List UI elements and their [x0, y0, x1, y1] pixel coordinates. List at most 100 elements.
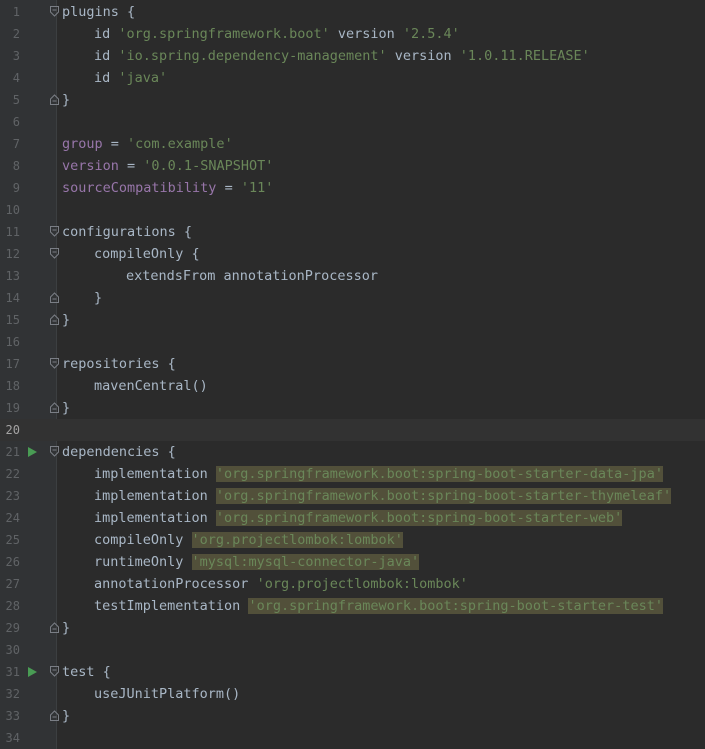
fold-open-icon[interactable] [50, 666, 59, 677]
code-text[interactable]: annotationProcessor 'org.projectlombok:l… [94, 573, 468, 595]
code-line[interactable]: 24 implementation 'org.springframework.bo… [0, 507, 705, 529]
code-text[interactable]: implementation 'org.springframework.boot… [94, 507, 623, 529]
code-line[interactable]: 6 [0, 111, 705, 133]
string-literal: 'mysql:mysql-connector-java' [191, 554, 420, 570]
code-token: } [62, 708, 71, 724]
code-line[interactable]: 7 group = 'com.example' [0, 133, 705, 155]
string-literal: 'org.springframework.boot:spring-boot-st… [215, 488, 672, 504]
code-text[interactable]: compileOnly { [94, 243, 200, 265]
code-text[interactable]: implementation 'org.springframework.boot… [94, 485, 672, 507]
fold-close-icon[interactable] [50, 622, 59, 633]
code-text[interactable]: id 'io.spring.dependency-management' ver… [94, 45, 590, 67]
code-line[interactable]: 18 mavenCentral() [0, 375, 705, 397]
code-line[interactable]: 16 [0, 331, 705, 353]
code-text[interactable]: extendsFrom annotationProcessor [126, 265, 378, 287]
code-text[interactable]: id 'org.springframework.boot' version '2… [94, 23, 460, 45]
code-text[interactable]: } [62, 617, 70, 639]
code-text[interactable]: test { [62, 661, 111, 683]
code-text[interactable]: useJUnitPlatform() [94, 683, 240, 705]
fold-close-icon[interactable] [50, 402, 59, 413]
string-literal: '1.0.11.RELEASE' [459, 48, 590, 64]
code-line[interactable]: 33} [0, 705, 705, 727]
code-line[interactable]: 10 [0, 199, 705, 221]
code-text[interactable]: plugins { [62, 1, 135, 23]
code-text[interactable]: dependencies { [62, 441, 176, 463]
code-line[interactable]: 31 test { [0, 661, 705, 683]
code-line[interactable]: 32 useJUnitPlatform() [0, 683, 705, 705]
code-text[interactable]: configurations { [62, 221, 192, 243]
line-number: 4 [12, 71, 20, 85]
code-line[interactable]: 12 compileOnly { [0, 243, 705, 265]
line-number: 24 [5, 511, 20, 525]
run-gutter-icon[interactable] [28, 667, 37, 677]
fold-open-icon[interactable] [50, 6, 59, 17]
code-text[interactable]: id 'java' [94, 67, 167, 89]
code-line[interactable]: 19} [0, 397, 705, 419]
code-token: implementation [94, 488, 216, 504]
fold-open-icon[interactable] [50, 248, 59, 259]
code-line[interactable]: 21 dependencies { [0, 441, 705, 463]
fold-close-icon[interactable] [50, 292, 59, 303]
code-text[interactable]: } [62, 705, 70, 727]
code-line[interactable]: 9 sourceCompatibility = '11' [0, 177, 705, 199]
fold-close-icon[interactable] [50, 710, 59, 721]
code-line[interactable]: 29} [0, 617, 705, 639]
code-token: = [118, 158, 144, 174]
code-line[interactable]: 17 repositories { [0, 353, 705, 375]
string-literal: 'java' [118, 70, 168, 86]
line-number: 14 [5, 291, 20, 305]
code-line[interactable]: 26 runtimeOnly 'mysql:mysql-connector-jav… [0, 551, 705, 573]
code-token: } [62, 620, 71, 636]
code-line[interactable]: 8 version = '0.0.1-SNAPSHOT' [0, 155, 705, 177]
code-text[interactable]: } [62, 397, 70, 419]
code-text[interactable]: group = 'com.example' [62, 133, 233, 155]
code-text[interactable]: } [62, 89, 70, 111]
code-line[interactable]: 3 id 'io.spring.dependency-management' ve… [0, 45, 705, 67]
code-line[interactable]: 2 id 'org.springframework.boot' version '… [0, 23, 705, 45]
code-line[interactable]: 11 configurations { [0, 221, 705, 243]
code-text[interactable]: } [94, 287, 102, 309]
code-token: testImplementation [94, 598, 249, 614]
code-token: annotationProcessor [94, 576, 257, 592]
run-gutter-icon[interactable] [28, 447, 37, 457]
code-text[interactable]: testImplementation 'org.springframework.… [94, 595, 663, 617]
fold-open-icon[interactable] [50, 358, 59, 369]
code-line[interactable]: 1 plugins { [0, 1, 705, 23]
fold-open-icon[interactable] [50, 226, 59, 237]
code-token: id [94, 48, 119, 64]
line-number: 18 [5, 379, 20, 393]
code-line[interactable]: 22 implementation 'org.springframework.bo… [0, 463, 705, 485]
code-line[interactable]: 27 annotationProcessor 'org.projectlombok… [0, 573, 705, 595]
code-text[interactable]: sourceCompatibility = '11' [62, 177, 273, 199]
fold-open-icon[interactable] [50, 446, 59, 457]
code-token: dependencies { [62, 444, 176, 460]
code-line[interactable]: 30 [0, 639, 705, 661]
code-text[interactable]: runtimeOnly 'mysql:mysql-connector-java' [94, 551, 420, 573]
fold-close-icon[interactable] [50, 94, 59, 105]
code-line[interactable]: 23 implementation 'org.springframework.bo… [0, 485, 705, 507]
code-line[interactable]: 14} [0, 287, 705, 309]
code-token: runtimeOnly [94, 554, 192, 570]
code-text[interactable]: compileOnly 'org.projectlombok:lombok' [94, 529, 403, 551]
line-number: 11 [5, 225, 20, 239]
code-line[interactable]: 25 compileOnly 'org.projectlombok:lombok' [0, 529, 705, 551]
line-number: 3 [12, 49, 20, 63]
code-text[interactable]: version = '0.0.1-SNAPSHOT' [62, 155, 273, 177]
code-line[interactable]: 20 [0, 419, 705, 441]
code-line[interactable]: 13 extendsFrom annotationProcessor [0, 265, 705, 287]
line-number: 2 [12, 27, 20, 41]
code-line[interactable]: 15} [0, 309, 705, 331]
fold-close-icon[interactable] [50, 314, 59, 325]
code-text[interactable]: implementation 'org.springframework.boot… [94, 463, 663, 485]
code-text[interactable]: mavenCentral() [94, 375, 208, 397]
code-text[interactable]: repositories { [62, 353, 176, 375]
code-line[interactable]: 5} [0, 89, 705, 111]
code-text[interactable]: } [62, 309, 70, 331]
code-line[interactable]: 28 testImplementation 'org.springframewor… [0, 595, 705, 617]
string-literal: 'org.springframework.boot:spring-boot-st… [215, 510, 623, 526]
code-line[interactable]: 4 id 'java' [0, 67, 705, 89]
string-literal: 'org.projectlombok:lombok' [191, 532, 403, 548]
code-editor[interactable]: 1 plugins { 2 id 'org.springframework.boot'… [0, 0, 705, 749]
code-line[interactable]: 34 [0, 727, 705, 749]
line-number: 12 [5, 247, 20, 261]
